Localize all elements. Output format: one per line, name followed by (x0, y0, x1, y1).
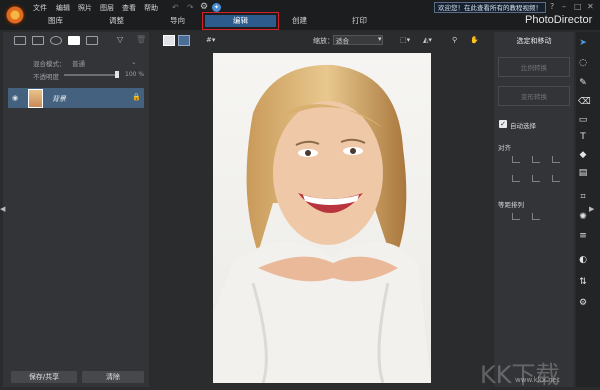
magic-icon[interactable]: ✺ (578, 212, 588, 222)
layer-thumbnail (28, 89, 43, 108)
opacity-label: 不透明度 (33, 73, 59, 81)
crop-icon[interactable]: ⌗ (578, 192, 588, 202)
blend-mode-value[interactable]: 普通 (72, 58, 85, 68)
undo-icon[interactable]: ↶ (172, 3, 179, 12)
layers-panel (3, 32, 149, 387)
collapse-right-icon[interactable]: ▶ (589, 205, 594, 213)
align-label: 对齐 (498, 144, 511, 152)
settings-tool-icon[interactable]: ⚙ (578, 298, 588, 308)
lock-icon[interactable]: 🔒 (132, 93, 141, 101)
zoom-dropdown-icon[interactable]: ▾ (378, 35, 382, 43)
rectangle-icon[interactable]: ▭ (578, 115, 588, 125)
distribute-label: 等距排列 (498, 201, 524, 209)
opacity-value: 100 % (125, 71, 145, 78)
blend-mode-dropdown-icon[interactable]: ⌄ (131, 58, 136, 66)
zoom-value: 适合 (336, 37, 349, 45)
tab-create[interactable]: 创建 (292, 15, 307, 26)
tab-adjust[interactable]: 调整 (109, 15, 124, 26)
eye-icon[interactable]: ◉ (12, 94, 18, 102)
watermark-url: www.kkx.net (515, 376, 560, 384)
align-left-icon[interactable] (512, 156, 520, 163)
tab-guided[interactable]: 导向 (170, 15, 185, 26)
adjust-icon[interactable]: ≡ (578, 231, 588, 241)
menu-edit[interactable]: 编辑 (56, 3, 70, 13)
distribute-h-icon[interactable] (512, 213, 520, 220)
distribute-v-icon[interactable] (532, 213, 540, 220)
auto-select-checkbox[interactable]: ✓ (499, 120, 507, 128)
save-share-button[interactable]: 保存/共享 (11, 371, 77, 383)
single-view-icon[interactable] (163, 35, 175, 46)
align-middle-icon[interactable] (532, 175, 540, 182)
adjust-layer-icon[interactable] (50, 36, 62, 45)
flip-icon[interactable]: ◭▾ (423, 36, 432, 44)
mask-icon[interactable] (68, 36, 80, 45)
minimize-icon[interactable]: – (562, 2, 566, 11)
opacity-slider[interactable] (64, 74, 118, 76)
rotate-icon[interactable]: ⬚▾ (400, 36, 410, 44)
tab-edit[interactable]: 编辑 (205, 15, 276, 27)
close-icon[interactable]: ✕ (587, 2, 594, 11)
hand-tool-icon[interactable]: ✋ (470, 36, 479, 44)
grid-icon[interactable]: #▾ (206, 36, 215, 44)
settings-icon[interactable]: ⚙ (200, 2, 208, 12)
compare-view-icon[interactable] (178, 35, 190, 46)
select-move-icon[interactable]: ➤ (578, 38, 588, 48)
align-bottom-icon[interactable] (552, 175, 560, 182)
tutorial-banner[interactable]: 欢迎您！在此查看所有的教程视频！ (434, 2, 546, 13)
maximize-icon[interactable]: □ (574, 2, 582, 11)
redo-icon[interactable]: ↷ (187, 3, 194, 12)
image-layer-icon[interactable] (32, 36, 44, 45)
collapse-left-icon[interactable]: ◀ (0, 205, 5, 213)
menu-view[interactable]: 查看 (122, 3, 136, 13)
delete-layer-icon[interactable]: 🗑 (136, 35, 146, 44)
menu-help[interactable]: 帮助 (144, 3, 158, 13)
gradient-icon[interactable]: ▤ (578, 168, 588, 178)
menu-layer[interactable]: 图层 (100, 3, 114, 13)
auto-select-label: 自动选择 (510, 122, 536, 130)
tab-print[interactable]: 打印 (352, 15, 367, 26)
clear-button[interactable]: 清除 (82, 371, 144, 383)
fill-icon[interactable]: ◆ (578, 150, 588, 160)
opacity-slider-handle[interactable] (115, 71, 119, 78)
filter-icon[interactable]: ▽ (117, 35, 123, 44)
eraser-icon[interactable]: ⌫ (578, 97, 591, 107)
align-right-icon[interactable] (552, 156, 560, 163)
watermark-logo: KK下载 (480, 361, 560, 389)
selection-brush-icon[interactable]: ◌ (578, 58, 588, 68)
transform-icon[interactable]: ⇅ (578, 277, 588, 287)
effects-icon[interactable]: ◐ (578, 255, 588, 265)
zoom-label: 缩放： (313, 37, 334, 45)
layer-options-icon[interactable] (86, 36, 98, 45)
scale-transform-label: 比例转换 (521, 64, 547, 72)
zoom-select[interactable]: 适合 (333, 35, 383, 45)
app-logo-icon[interactable] (4, 4, 26, 26)
warp-transform-button[interactable]: 变形转换 (498, 86, 570, 106)
menu-photo[interactable]: 照片 (78, 3, 92, 13)
photo-canvas[interactable] (213, 53, 431, 383)
brush-icon[interactable]: ✎ (578, 78, 588, 88)
brand-name: PhotoDirector (525, 14, 593, 26)
align-center-h-icon[interactable] (532, 156, 540, 163)
layer-name[interactable]: 背景 (52, 94, 66, 104)
blend-mode-label: 混合模式： (33, 60, 66, 68)
menu-file[interactable]: 文件 (33, 3, 47, 13)
help-icon[interactable]: ? (550, 2, 554, 11)
portrait-image (213, 53, 431, 383)
scale-transform-button[interactable]: 比例转换 (498, 57, 570, 77)
upgrade-icon[interactable]: ✦ (212, 3, 221, 12)
new-layer-icon[interactable] (14, 36, 26, 45)
panel-title: 选定和移动 (516, 37, 552, 45)
zoom-tool-icon[interactable]: ⚲ (452, 36, 457, 44)
warp-transform-label: 变形转换 (521, 93, 547, 101)
tab-library[interactable]: 图库 (48, 15, 63, 26)
text-icon[interactable]: T (578, 132, 588, 142)
align-top-icon[interactable] (512, 175, 520, 182)
